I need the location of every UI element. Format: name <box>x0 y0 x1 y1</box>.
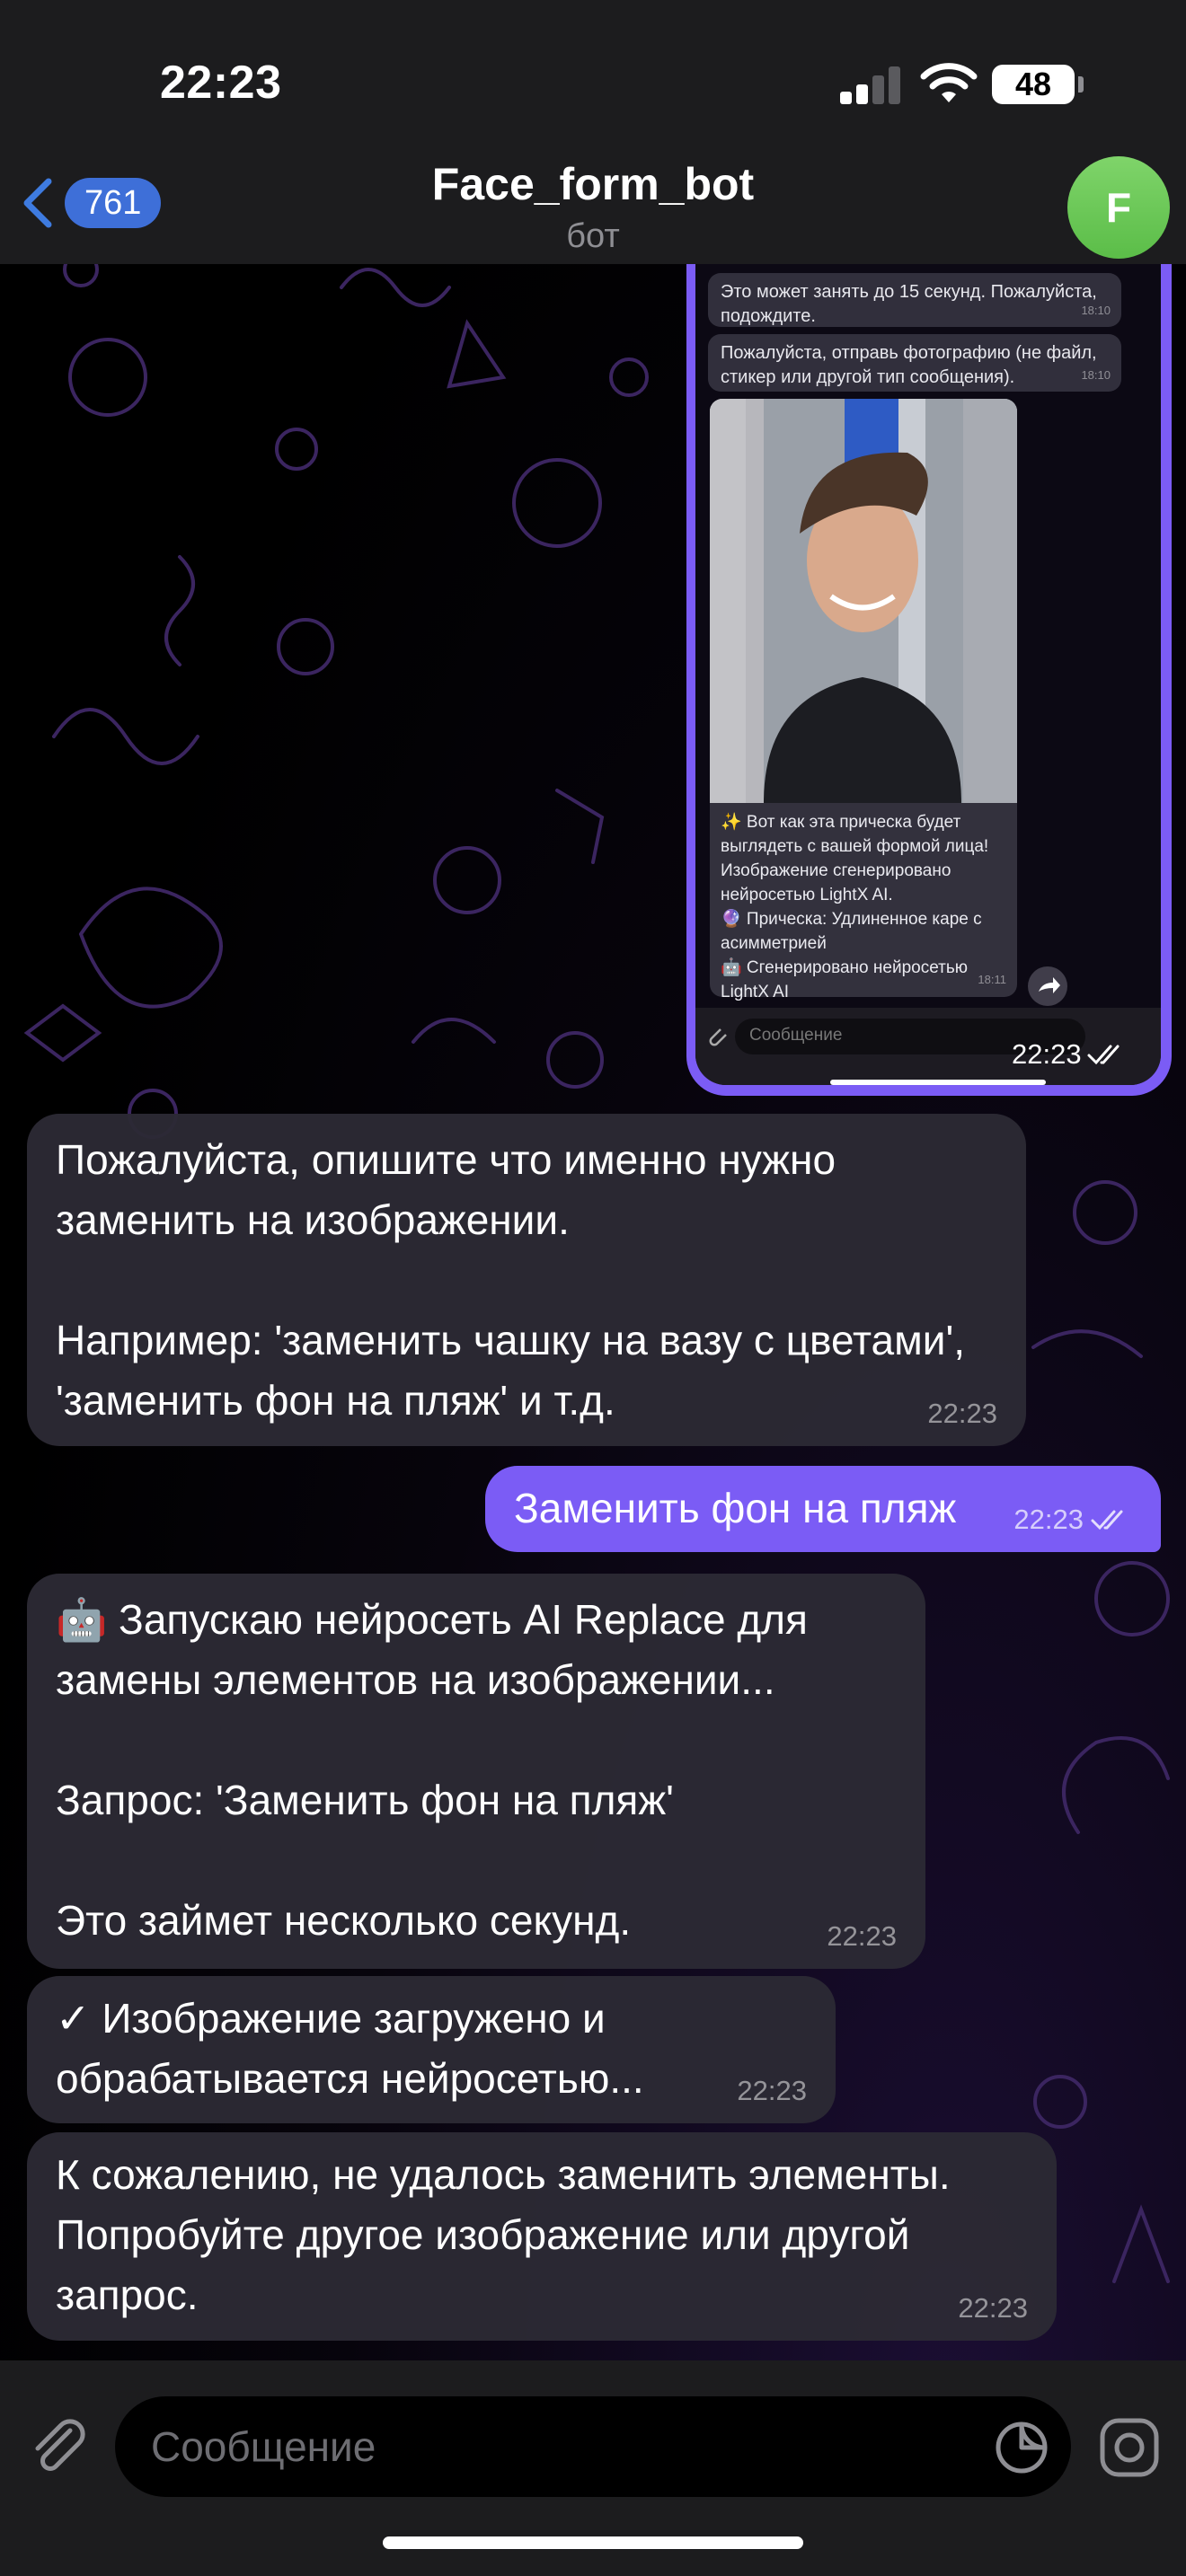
sticker-icon[interactable] <box>994 2420 1049 2475</box>
double-check-icon <box>1091 1510 1123 1531</box>
status-time: 22:23 <box>160 57 282 109</box>
attach-paperclip-icon[interactable] <box>25 2414 90 2479</box>
embedded-time-text: 22:23 <box>1012 1038 1082 1070</box>
camera-icon[interactable] <box>1098 2416 1161 2479</box>
navigation-header: 22:23 48 761 Face_form_bot бот F <box>0 0 1186 264</box>
bot-avatar[interactable]: F <box>1067 156 1170 259</box>
embedded-message-text: Это может занять до 15 секунд. Пожалуйст… <box>721 282 1097 326</box>
generated-portrait-photo <box>710 399 1017 803</box>
chat-title-area[interactable]: Face_form_bot бот <box>323 158 863 256</box>
message-time-text: 22:23 <box>827 1920 897 1952</box>
embedded-message: Это может занять до 15 секунд. Пожалуйст… <box>708 273 1121 327</box>
message-time: 22:23 <box>827 1920 897 1953</box>
portrait-illustration <box>710 399 1017 803</box>
paperclip-icon <box>709 1028 727 1046</box>
embedded-message-text: Пожалуйста, отправь фотографию (не файл,… <box>721 343 1097 387</box>
message-bubble-outgoing[interactable]: Заменить фон на пляж 22:23 <box>485 1466 1161 1552</box>
battery-indicator: 48 <box>992 65 1075 104</box>
embedded-home-indicator <box>830 1080 1046 1085</box>
message-time-text: 22:23 <box>1013 1504 1084 1535</box>
back-button[interactable]: 761 <box>18 171 162 235</box>
message-time-text: 22:23 <box>737 2075 807 2106</box>
message-input[interactable]: Сообщение <box>115 2396 1071 2497</box>
message-time: 22:23 <box>737 2075 807 2107</box>
message-bubble-incoming[interactable]: Пожалуйста, опишите что именно нужно зам… <box>27 1114 1026 1446</box>
wifi-icon <box>920 63 978 102</box>
message-bubble-incoming[interactable]: 🤖 Запускаю нейросеть AI Replace для заме… <box>27 1574 925 1969</box>
message-bubble-incoming[interactable]: К сожалению, не удалось заменить элемент… <box>27 2132 1057 2341</box>
embedded-composer: Сообщение 22:23 <box>695 1008 1161 1085</box>
message-time: 22:23 <box>1013 1504 1132 1536</box>
message-time: 22:23 <box>958 2292 1028 2325</box>
photo-caption-text: ✨ Вот как эта прическа будет выглядеть с… <box>721 813 989 1001</box>
battery-tip <box>1078 76 1084 93</box>
embedded-message-time: 18:10 <box>1081 368 1111 382</box>
screenshot-image-bubble[interactable]: Это может занять до 15 секунд. Пожалуйст… <box>686 225 1172 1096</box>
double-check-icon <box>1087 1045 1120 1065</box>
message-time: 22:23 <box>927 1398 997 1430</box>
message-time-text: 22:23 <box>958 2292 1028 2324</box>
embedded-message: Пожалуйста, отправь фотографию (не файл,… <box>708 334 1121 392</box>
share-icon <box>1028 966 1067 1006</box>
message-text: ✓ Изображение загружено и обрабатывается… <box>56 1995 644 2102</box>
embedded-timestamp: 22:23 <box>1012 1038 1128 1071</box>
embedded-message-time: 18:10 <box>1081 304 1111 317</box>
home-indicator <box>383 2536 803 2549</box>
chat-title: Face_form_bot <box>431 159 755 209</box>
message-composer: Сообщение <box>0 2360 1186 2576</box>
message-bubble-incoming[interactable]: ✓ Изображение загружено и обрабатывается… <box>27 1976 836 2123</box>
unread-count-badge: 761 <box>65 178 162 228</box>
message-time-text: 22:23 <box>927 1398 997 1429</box>
message-text: Заменить фон на пляж <box>514 1485 957 1531</box>
photo-caption-time: 18:11 <box>978 973 1006 986</box>
screenshot-content: Это может занять до 15 секунд. Пожалуйст… <box>695 234 1161 1085</box>
message-text: К сожалению, не удалось заменить элемент… <box>56 2151 962 2318</box>
chat-subtitle: бот <box>566 217 620 255</box>
chevron-left-icon <box>23 178 52 228</box>
cellular-signal-icon <box>840 66 900 104</box>
photo-caption: ✨ Вот как эта прическа будет выглядеть с… <box>710 803 1017 1001</box>
message-text: Пожалуйста, опишите что именно нужно зам… <box>56 1136 966 1424</box>
message-text: 🤖 Запускаю нейросеть AI Replace для заме… <box>56 1596 808 1944</box>
